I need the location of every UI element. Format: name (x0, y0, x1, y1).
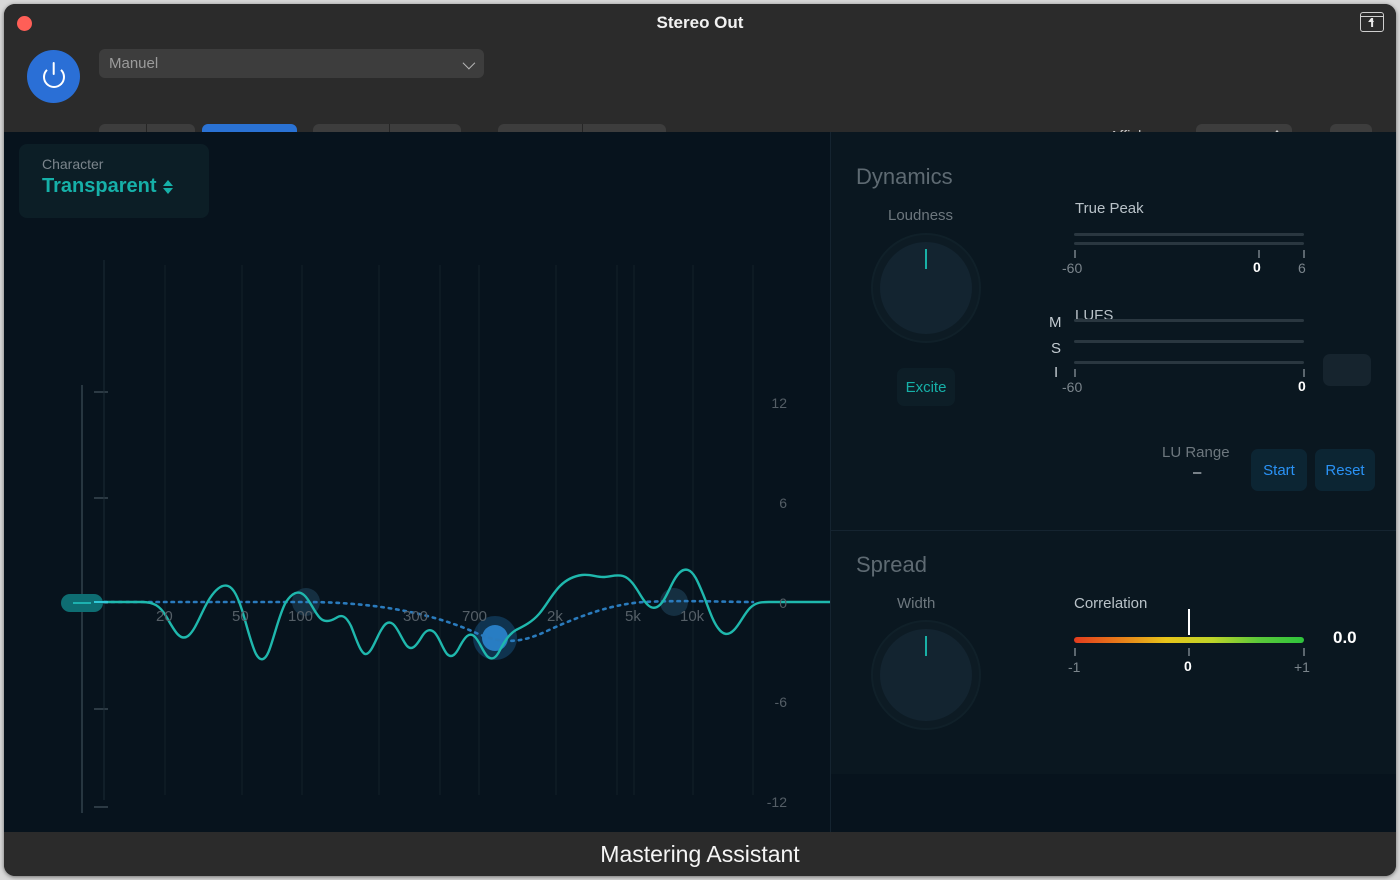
reset-button[interactable]: Reset (1315, 449, 1375, 491)
freq-tick-300: 300 (403, 608, 429, 625)
freq-tick-5k: 5k (625, 608, 641, 625)
share-upload-icon[interactable] (1360, 12, 1384, 32)
chevron-down-icon (462, 56, 476, 70)
eq-grid-vertical (103, 265, 754, 795)
gain-tick-6: 6 (779, 495, 787, 511)
width-knob-pointer (925, 636, 927, 656)
character-selector[interactable]: Character Transparent (19, 144, 209, 218)
gain-tick-0: 0 (779, 595, 787, 611)
title-bar: Stereo Out (4, 4, 1396, 42)
true-peak-scale-max: 6 (1298, 260, 1306, 276)
start-button[interactable]: Start (1251, 449, 1307, 491)
character-value: Transparent (42, 175, 157, 197)
power-icon (42, 65, 65, 88)
correlation-value: 0.0 (1333, 628, 1357, 647)
excite-button[interactable]: Excite (897, 368, 955, 406)
character-label: Character (42, 156, 104, 172)
freq-tick-50: 50 (232, 608, 249, 625)
true-peak-tick-max (1303, 250, 1305, 258)
correlation-meter (1074, 637, 1304, 643)
plugin-name: Mastering Assistant (600, 840, 800, 867)
lufs-meter-m (1074, 319, 1304, 322)
loudness-knob-pointer (925, 249, 927, 269)
plugin-window: Stereo Out Manuel Comparer Copier Coller… (4, 4, 1396, 876)
lu-range-label: LU Range (1162, 444, 1230, 461)
loudness-label: Loudness (888, 207, 954, 224)
updown-chevrons-icon[interactable] (163, 179, 174, 195)
lu-range-value: – (1193, 464, 1202, 481)
lufs-meter-s (1074, 340, 1304, 343)
true-peak-tick-zero (1258, 250, 1260, 258)
freq-tick-100: 100 (288, 608, 314, 625)
panel-divider-horizontal (831, 530, 1396, 531)
correlation-scale-zero: 0 (1184, 658, 1192, 674)
correlation-tick-zero (1188, 648, 1190, 656)
correlation-scale-max: +1 (1294, 659, 1310, 675)
power-button[interactable] (27, 50, 80, 103)
share-arrow-glyph (1368, 18, 1374, 27)
eq-graph[interactable]: 20 50 100 300 700 2k 5k 10k (4, 250, 830, 810)
correlation-needle (1188, 609, 1190, 635)
preset-value: Manuel (109, 55, 159, 72)
lufs-scale-min: -60 (1062, 379, 1083, 395)
footer-bar: Mastering Assistant (4, 832, 1396, 876)
true-peak-readout-box (1323, 354, 1371, 386)
true-peak-label: True Peak (1075, 200, 1144, 217)
width-knob[interactable] (871, 620, 981, 730)
gain-tick-m6: -6 (774, 694, 787, 710)
loudness-knob[interactable] (871, 233, 981, 343)
page-title: Stereo Out (656, 13, 744, 32)
correlation-tick-max (1303, 648, 1305, 656)
true-peak-scale-zero: 0 (1253, 259, 1261, 275)
lufs-row-label-s: S (1051, 340, 1062, 357)
correlation-tick-min (1074, 648, 1076, 656)
eq-curve-svg (94, 260, 830, 800)
character-value-row: Transparent (42, 175, 209, 198)
freq-tick-10k: 10k (680, 608, 705, 625)
true-peak-tick-min (1074, 250, 1076, 258)
freq-tick-2k: 2k (547, 608, 563, 625)
eq-node-active (482, 625, 508, 651)
correlation-label: Correlation (1074, 595, 1148, 612)
lufs-tick-min (1074, 369, 1076, 377)
lufs-scale-zero: 0 (1298, 378, 1306, 394)
freq-tick-700: 700 (462, 608, 488, 625)
true-peak-meter-right (1074, 242, 1304, 245)
true-peak-scale-min: -60 (1062, 260, 1083, 276)
plugin-body: Character Transparent 20 50 100 300 700 … (4, 132, 1396, 874)
lufs-tick-zero (1303, 369, 1305, 377)
gain-tick-12: 12 (771, 395, 787, 411)
preset-dropdown[interactable]: Manuel (99, 49, 484, 78)
true-peak-meter-left (1074, 233, 1304, 236)
freq-tick-20: 20 (156, 608, 173, 625)
width-label: Width (897, 595, 936, 612)
eq-panel: Character Transparent 20 50 100 300 700 … (4, 132, 830, 874)
lufs-row-label-m: M (1049, 314, 1062, 331)
spread-title: Spread (856, 552, 927, 577)
dynamics-title: Dynamics (856, 164, 953, 189)
gain-tick-m12: -12 (766, 794, 787, 810)
lufs-row-label-i: I (1054, 364, 1059, 381)
correlation-scale-min: -1 (1068, 659, 1081, 675)
panel-divider-vertical (830, 132, 831, 832)
toolbar: Manuel Comparer Copier Coller Annuler Ré… (4, 42, 1396, 153)
lufs-meter-i (1074, 361, 1304, 364)
